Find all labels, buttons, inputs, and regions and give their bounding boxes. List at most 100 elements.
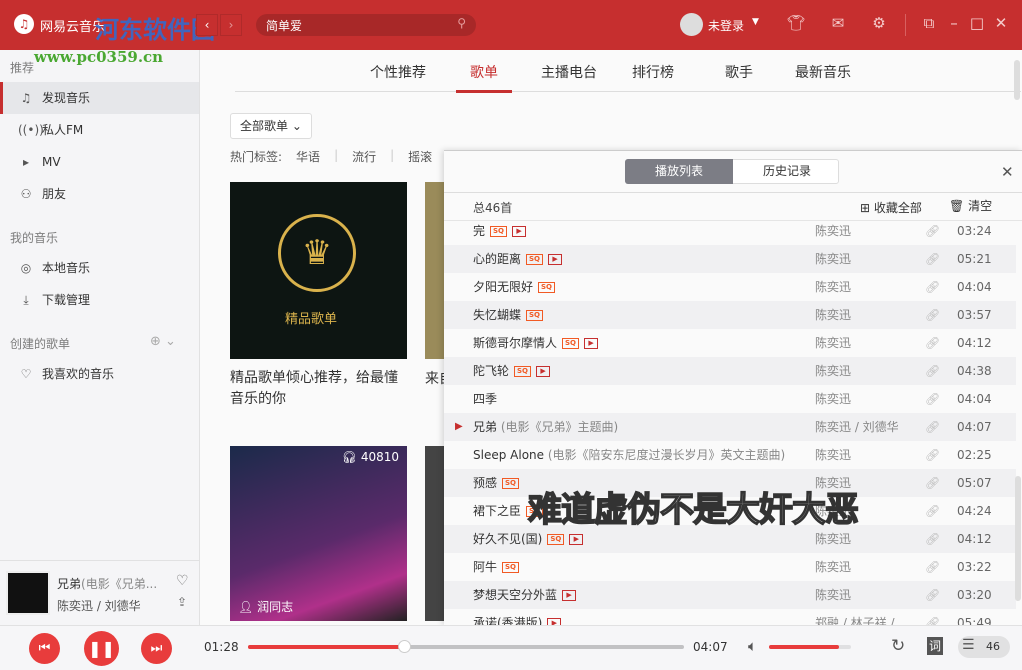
mv-icon[interactable]: ▶ [536, 366, 550, 377]
tab-play-queue[interactable]: 播放列表 [625, 159, 733, 184]
add-playlist-icon[interactable]: ⊕ ⌄ [150, 334, 176, 349]
song-row[interactable]: 斯德哥尔摩情人SQ▶陈奕迅🔗︎04:12 [444, 329, 1016, 357]
link-icon[interactable]: 🔗︎ [925, 413, 940, 441]
link-icon[interactable]: 🔗︎ [925, 357, 940, 385]
back-button[interactable]: ‹ [196, 14, 218, 36]
link-icon[interactable]: 🔗︎ [925, 245, 940, 273]
song-row[interactable]: 失忆蝴蝶SQ陈奕迅🔗︎03:57 [444, 301, 1016, 329]
gear-icon[interactable]: ⚙ [868, 14, 890, 32]
song-artist[interactable]: 郑融 / 林子祥 / ... [815, 609, 910, 625]
mail-icon[interactable]: ✉ [827, 14, 849, 32]
mv-icon[interactable]: ▶ [548, 254, 562, 265]
song-artist[interactable]: 陈奕迅 [815, 357, 851, 385]
song-artist[interactable]: 陈奕迅 [815, 221, 851, 245]
mv-icon[interactable]: ▶ [569, 534, 583, 545]
mv-icon[interactable]: ▶ [562, 590, 576, 601]
sidebar-item-download[interactable]: ⤓下载管理 [0, 284, 199, 316]
song-row[interactable]: 承诺(香港版)▶郑融 / 林子祥 / ...🔗︎05:49 [444, 609, 1016, 625]
song-artist[interactable]: 陈奕迅 [815, 329, 851, 357]
link-icon[interactable]: 🔗︎ [925, 469, 940, 497]
link-icon[interactable]: 🔗︎ [925, 497, 940, 525]
play-queue-button[interactable]: ☰46 [958, 636, 1010, 658]
previous-button[interactable]: ⏮︎ [29, 633, 60, 664]
song-artist[interactable]: 陈奕迅 [815, 301, 851, 329]
tab-new-music[interactable]: 最新音乐 [795, 62, 851, 82]
song-row[interactable]: 四季陈奕迅🔗︎04:04 [444, 385, 1016, 413]
sidebar-item-mv[interactable]: ▸MV [0, 146, 199, 178]
playlist-card[interactable]: 🎧︎ 40810 👤︎ 润同志 [230, 446, 407, 621]
avatar[interactable] [680, 13, 703, 36]
song-row[interactable]: ▶兄弟 (电影《兄弟》主题曲)陈奕迅 / 刘德华🔗︎04:07 [444, 413, 1016, 441]
close-panel-icon[interactable]: ✕ [1001, 163, 1014, 181]
sidebar-item-friends[interactable]: ⚇朋友 [0, 178, 199, 210]
link-icon[interactable]: 🔗︎ [925, 273, 940, 301]
tab-charts[interactable]: 排行榜 [632, 62, 674, 82]
next-button[interactable]: ⏭︎ [141, 633, 172, 664]
song-artist[interactable]: 陈奕迅 [815, 245, 851, 273]
progress-handle[interactable] [398, 640, 411, 653]
song-artist[interactable]: 陈奕迅 / 刘德华 [815, 413, 899, 441]
like-icon[interactable]: ♡ [176, 573, 189, 589]
all-playlists-dropdown[interactable]: 全部歌单 ⌄ [230, 113, 312, 139]
mv-icon[interactable]: ▶ [584, 338, 598, 349]
link-icon[interactable]: 🔗︎ [925, 221, 940, 245]
chevron-down-icon[interactable]: ▼ [752, 17, 759, 27]
song-artist[interactable]: 陈奕迅 [815, 581, 851, 609]
song-artist[interactable]: 陈奕迅 [815, 273, 851, 301]
link-icon[interactable]: 🔗︎ [925, 329, 940, 357]
song-row[interactable]: 陀飞轮SQ▶陈奕迅🔗︎04:38 [444, 357, 1016, 385]
volume-slider[interactable] [769, 645, 851, 649]
tab-radio[interactable]: 主播电台 [541, 62, 597, 82]
song-artist[interactable]: 陈奕迅 [815, 441, 851, 469]
sidebar-item-discover[interactable]: ♫发现音乐 [0, 82, 199, 114]
tab-personal[interactable]: 个性推荐 [370, 62, 426, 82]
tab-artists[interactable]: 歌手 [725, 62, 753, 82]
song-row[interactable]: 夕阳无限好SQ陈奕迅🔗︎04:04 [444, 273, 1016, 301]
card-creator[interactable]: 👤︎ 润同志 [238, 598, 293, 615]
skin-icon[interactable]: 👕︎ [785, 14, 807, 32]
link-icon[interactable]: 🔗︎ [925, 525, 940, 553]
minimize-icon[interactable]: – [943, 14, 965, 32]
login-link[interactable]: 未登录 [708, 17, 744, 34]
song-row[interactable]: 完SQ▶陈奕迅🔗︎03:24 [444, 221, 1016, 245]
hot-tag[interactable]: 摇滚 [408, 148, 432, 165]
link-icon[interactable]: 🔗︎ [925, 441, 940, 469]
mv-icon[interactable]: ▶ [547, 618, 561, 625]
forward-button[interactable]: › [220, 14, 242, 36]
song-artist[interactable]: 陈奕迅 [815, 385, 851, 413]
volume-icon[interactable]: 🔈︎ [748, 637, 757, 655]
now-playing[interactable]: 兄弟(电影《兄弟... 陈奕迅 / 刘德华 ♡ ⇪ [0, 560, 199, 625]
song-row[interactable]: 梦想天空分外蓝▶陈奕迅🔗︎03:20 [444, 581, 1016, 609]
collect-all-button[interactable]: ⊞ 收藏全部 [860, 199, 922, 216]
maximize-icon[interactable]: □ [966, 14, 988, 32]
hot-tag[interactable]: 华语 [296, 148, 320, 165]
sidebar-item-local[interactable]: ◎本地音乐 [0, 252, 199, 284]
search-input[interactable]: 简单爱⚲ [256, 14, 476, 36]
sidebar-item-fm[interactable]: ((•))私人FM [0, 114, 199, 146]
song-artist[interactable]: 陈奕迅 [815, 553, 851, 581]
close-icon[interactable]: ✕ [990, 14, 1012, 32]
now-playing-artist[interactable]: 陈奕迅 / 刘德华 [57, 597, 141, 614]
song-row[interactable]: Sleep Alone (电影《陪安东尼度过漫长岁月》英文主题曲)陈奕迅🔗︎02… [444, 441, 1016, 469]
lyrics-button[interactable]: 词 [927, 637, 943, 655]
sidebar-item-liked[interactable]: ♡我喜欢的音乐 [0, 358, 199, 390]
link-icon[interactable]: 🔗︎ [925, 609, 940, 625]
tab-history[interactable]: 历史记录 [733, 159, 841, 184]
clear-button[interactable]: 🗑︎ 清空 [949, 197, 992, 214]
link-icon[interactable]: 🔗︎ [925, 301, 940, 329]
progress-bar[interactable] [248, 645, 684, 649]
repeat-icon[interactable]: ↻ [891, 636, 905, 656]
panel-scrollbar[interactable] [1015, 476, 1021, 601]
playlist-card-featured[interactable]: ♛ 精品歌单 [230, 182, 407, 359]
link-icon[interactable]: 🔗︎ [925, 385, 940, 413]
search-icon[interactable]: ⚲ [457, 16, 466, 30]
link-icon[interactable]: 🔗︎ [925, 581, 940, 609]
mini-mode-icon[interactable]: ⧉ [918, 14, 940, 32]
hot-tag[interactable]: 流行 [352, 148, 376, 165]
mv-icon[interactable]: ▶ [512, 226, 526, 237]
card-title[interactable]: 精品歌单倾心推荐，给最懂音乐的你 [230, 368, 410, 410]
link-icon[interactable]: 🔗︎ [925, 553, 940, 581]
song-row[interactable]: 阿牛SQ陈奕迅🔗︎03:22 [444, 553, 1016, 581]
pause-button[interactable]: ❚❚ [84, 631, 119, 666]
tab-playlists[interactable]: 歌单 [470, 62, 498, 82]
